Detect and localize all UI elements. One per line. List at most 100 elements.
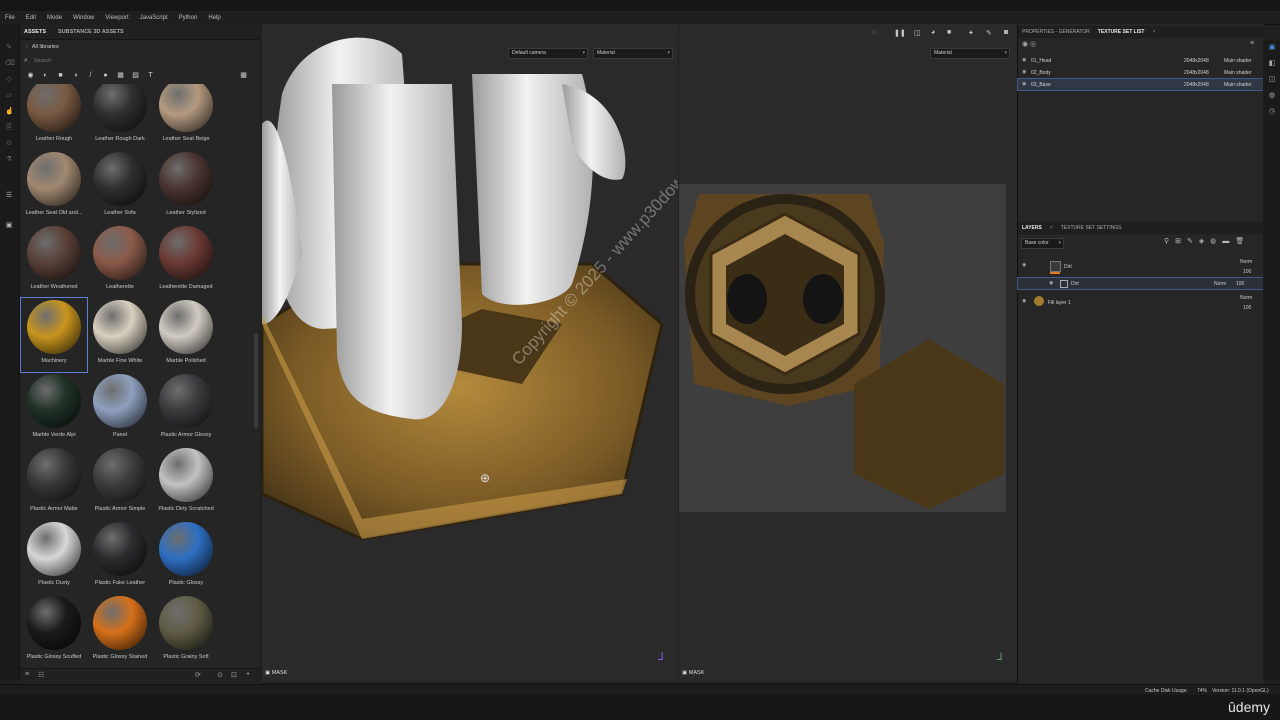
projection-icon[interactable]: ◇ — [5, 76, 13, 84]
menu-python[interactable]: Python — [179, 15, 198, 21]
new-folder-icon[interactable]: ⊡ — [231, 671, 237, 679]
close-icon[interactable]: × — [1152, 29, 1155, 35]
eye-icon[interactable]: ◉ — [1049, 280, 1053, 286]
render-icon[interactable]: ◕ — [931, 29, 935, 36]
viewport-2d[interactable]: ⅃ ▣ MASK — [679, 24, 1017, 682]
menu-edit[interactable]: Edit — [26, 15, 36, 21]
asset-tile[interactable]: Plastic Dusty — [21, 520, 87, 594]
library-selector[interactable]: ‹ All libraries — [20, 40, 260, 54]
brush-filter-icon[interactable]: / — [86, 71, 95, 80]
menu-window[interactable]: Window — [73, 15, 94, 21]
texture-set-shader[interactable]: Main shader — [1224, 58, 1252, 64]
mask-toggle-right[interactable]: ▣ MASK — [682, 670, 704, 676]
asset-tile[interactable]: Leatherette — [87, 224, 153, 298]
mask-filter-icon[interactable]: ◑ — [71, 71, 80, 80]
channel-dropdown[interactable]: Base color — [1021, 238, 1064, 249]
asset-tile[interactable]: Plastic Glossy Stained — [87, 594, 153, 668]
asset-tile[interactable]: Marble Fine White — [87, 298, 153, 372]
material-filter-icon[interactable]: ◐ — [41, 71, 50, 80]
layers-icon[interactable]: ☰ — [5, 192, 13, 200]
text-filter-icon[interactable]: T — [146, 71, 155, 80]
assets-scrollbar[interactable] — [254, 333, 258, 428]
layer-blend[interactable]: Norm — [1214, 281, 1226, 287]
close-icon[interactable]: × — [1050, 225, 1053, 231]
camera-icon[interactable]: ■ — [947, 29, 951, 36]
asset-tile[interactable]: Leather Stylized — [153, 150, 219, 224]
display-settings-icon[interactable]: ◫ — [1268, 76, 1276, 84]
eye-icon[interactable]: ◉ — [1022, 262, 1026, 268]
pause-icon[interactable]: ❚❚ — [894, 29, 906, 37]
asset-tile[interactable]: Plastic Armor Glossy — [153, 372, 219, 446]
layer-row[interactable]: ◉ Fill layer 1 Norm 100 — [1018, 292, 1264, 314]
import-icon[interactable]: ⊙ — [217, 671, 223, 679]
texture-set-row[interactable]: ◉ 03_Base 2048x2048 Main shader — [1017, 78, 1265, 91]
asset-tile[interactable]: Plastic Glossy — [153, 520, 219, 594]
texture-set-icon[interactable]: ▣ — [1268, 44, 1276, 52]
eraser-icon[interactable]: ⌫ — [5, 60, 15, 68]
asset-tile[interactable]: Plastic Dirty Scratched — [153, 446, 219, 520]
asset-tile[interactable]: Marble Polished — [153, 298, 219, 372]
asset-tile[interactable]: Leather Seat Old and... — [21, 150, 87, 224]
geometry-icon[interactable]: ▱ — [5, 92, 13, 100]
layer-blend[interactable]: Norm — [1240, 259, 1252, 265]
asset-tile[interactable]: Plastic Glossy Scuffed — [21, 594, 87, 668]
image-filter-icon[interactable]: ▨ — [131, 71, 140, 80]
layer-row[interactable]: ◉ Dirt Norm 100 — [1018, 256, 1264, 278]
screenshot-icon[interactable]: ◙ — [1004, 29, 1008, 36]
texture-set-shader[interactable]: Main shader — [1224, 82, 1252, 88]
layer-opacity[interactable]: 100 — [1236, 281, 1244, 287]
sphere-filter-icon[interactable]: ● — [101, 71, 110, 80]
asset-tile[interactable]: Marble Verde Alpi — [21, 372, 87, 446]
asset-tile[interactable]: Leatherette Damaged — [153, 224, 219, 298]
asset-tile[interactable]: Leather Weathered — [21, 224, 87, 298]
menu-file[interactable]: File — [5, 15, 15, 21]
tab-layers[interactable]: LAYERS — [1022, 225, 1042, 231]
layer-opacity[interactable]: 100 — [1243, 269, 1251, 275]
grid-view-icon[interactable]: ▦ — [239, 71, 248, 80]
eye-toggle-icon[interactable]: ◉ ◎ — [1022, 40, 1036, 48]
picker-icon[interactable]: ⊙ — [5, 140, 13, 148]
split-view-icon[interactable]: ◫ — [914, 29, 921, 37]
asset-tile[interactable]: Plastic Grainy Soft — [153, 594, 219, 668]
tab-texture-set-list[interactable]: TEXTURE SET LIST — [1098, 29, 1145, 35]
search-input[interactable]: Search — [34, 58, 51, 64]
layer-tools-icon[interactable]: ⚲⊞✎◈◍▬🗑 — [1164, 237, 1250, 245]
texture-set-row[interactable]: ◉ 01_Head 2048x2048 Main shader — [1018, 55, 1264, 66]
paint-mode-icon[interactable]: ✎ — [986, 29, 992, 37]
clone-icon[interactable]: ⎘ — [5, 124, 13, 132]
smart-material-filter-icon[interactable]: ■ — [56, 71, 65, 80]
asset-tile[interactable]: Panel — [87, 372, 153, 446]
history-icon[interactable]: ◷ — [1268, 108, 1276, 116]
tab-assets[interactable]: ASSETS — [24, 29, 46, 35]
paint-brush-icon[interactable]: ✎ — [5, 44, 13, 52]
pattern-filter-icon[interactable]: ▦ — [116, 71, 125, 80]
shader-icon[interactable]: ◍ — [1268, 92, 1276, 100]
folder-list-icon[interactable]: ☷ — [38, 671, 44, 679]
layer-stack-icon[interactable]: ◧ — [1268, 60, 1276, 68]
texture-set-shader[interactable]: Main shader — [1224, 70, 1252, 76]
menu-javascript[interactable]: JavaScript — [140, 15, 168, 21]
add-icon[interactable]: + — [246, 671, 250, 678]
refresh-icon[interactable]: ⟳ — [195, 671, 201, 679]
eye-icon[interactable]: ◉ — [1022, 81, 1026, 87]
list-icon[interactable]: ≡ — [25, 671, 29, 678]
eye-icon[interactable]: ◉ — [1022, 298, 1026, 304]
brush-settings-icon[interactable]: ✦ — [968, 29, 974, 37]
smudge-icon[interactable]: ☝ — [5, 108, 14, 116]
eye-icon[interactable]: ◉ — [1022, 57, 1026, 63]
search-field[interactable]: ⌕ Search — [24, 54, 256, 67]
mask-toggle-left[interactable]: ▣ MASK — [265, 670, 287, 676]
texture-set-row[interactable]: ◉ 02_Body 2048x2048 Main shader — [1018, 67, 1264, 78]
display-icon[interactable]: ▣ — [5, 222, 13, 230]
asset-tile[interactable]: Leather Rough — [21, 84, 87, 150]
tab-texture-set-settings[interactable]: TEXTURE SET SETTINGS — [1061, 225, 1122, 231]
material-dropdown-left[interactable]: Material — [593, 48, 673, 59]
menu-viewport[interactable]: Viewport — [105, 15, 128, 21]
bake-icon[interactable]: ⚗ — [5, 156, 13, 164]
eye-icon[interactable]: ◉ — [1022, 69, 1026, 75]
viewport-3d[interactable]: ⊕ ⅃ ▣ MASK Copyright © 2025 - www.p30dow… — [262, 24, 678, 682]
layer-blend[interactable]: Norm — [1240, 295, 1252, 301]
visibility-icon[interactable]: ◌ — [872, 29, 876, 36]
asset-tile[interactable]: Plastic Armor Simple — [87, 446, 153, 520]
camera-dropdown[interactable]: Default camera — [508, 48, 588, 59]
